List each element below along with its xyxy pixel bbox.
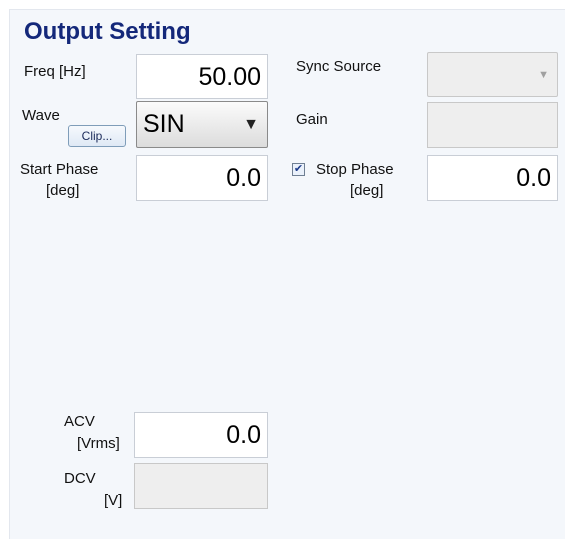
acv-unit: [Vrms] — [77, 435, 120, 452]
freq-label: Freq [Hz] — [24, 63, 86, 80]
acv-label: ACV — [64, 413, 95, 430]
acv-input[interactable]: 0.0 — [134, 412, 268, 458]
wave-dropdown[interactable]: SIN ▼ — [136, 101, 268, 148]
start-phase-input[interactable]: 0.0 — [136, 155, 268, 201]
dcv-input — [134, 463, 268, 509]
gain-label: Gain — [296, 111, 328, 128]
gain-input — [427, 102, 558, 148]
stop-phase-unit: [deg] — [350, 182, 384, 199]
wave-label: Wave — [22, 107, 60, 124]
dcv-unit: [V] — [104, 492, 123, 509]
freq-input[interactable]: 50.00 — [136, 54, 268, 99]
sync-source-label: Sync Source — [296, 58, 382, 75]
clip-button[interactable]: Clip... — [68, 125, 126, 147]
wave-selected-value: SIN — [143, 110, 185, 138]
panel-title: Output Setting — [24, 18, 191, 45]
stop-phase-checkbox[interactable]: ✔ — [292, 163, 305, 176]
stop-phase-input[interactable]: 0.0 — [427, 155, 558, 201]
sync-source-dropdown[interactable]: ▼ — [427, 52, 558, 97]
chevron-down-icon: ▼ — [538, 69, 549, 81]
stop-phase-label: Stop Phase — [316, 161, 394, 178]
chevron-down-icon: ▼ — [243, 116, 259, 133]
start-phase-unit: [deg] — [46, 182, 80, 199]
dcv-label: DCV — [64, 470, 96, 487]
start-phase-label: Start Phase — [20, 161, 99, 178]
